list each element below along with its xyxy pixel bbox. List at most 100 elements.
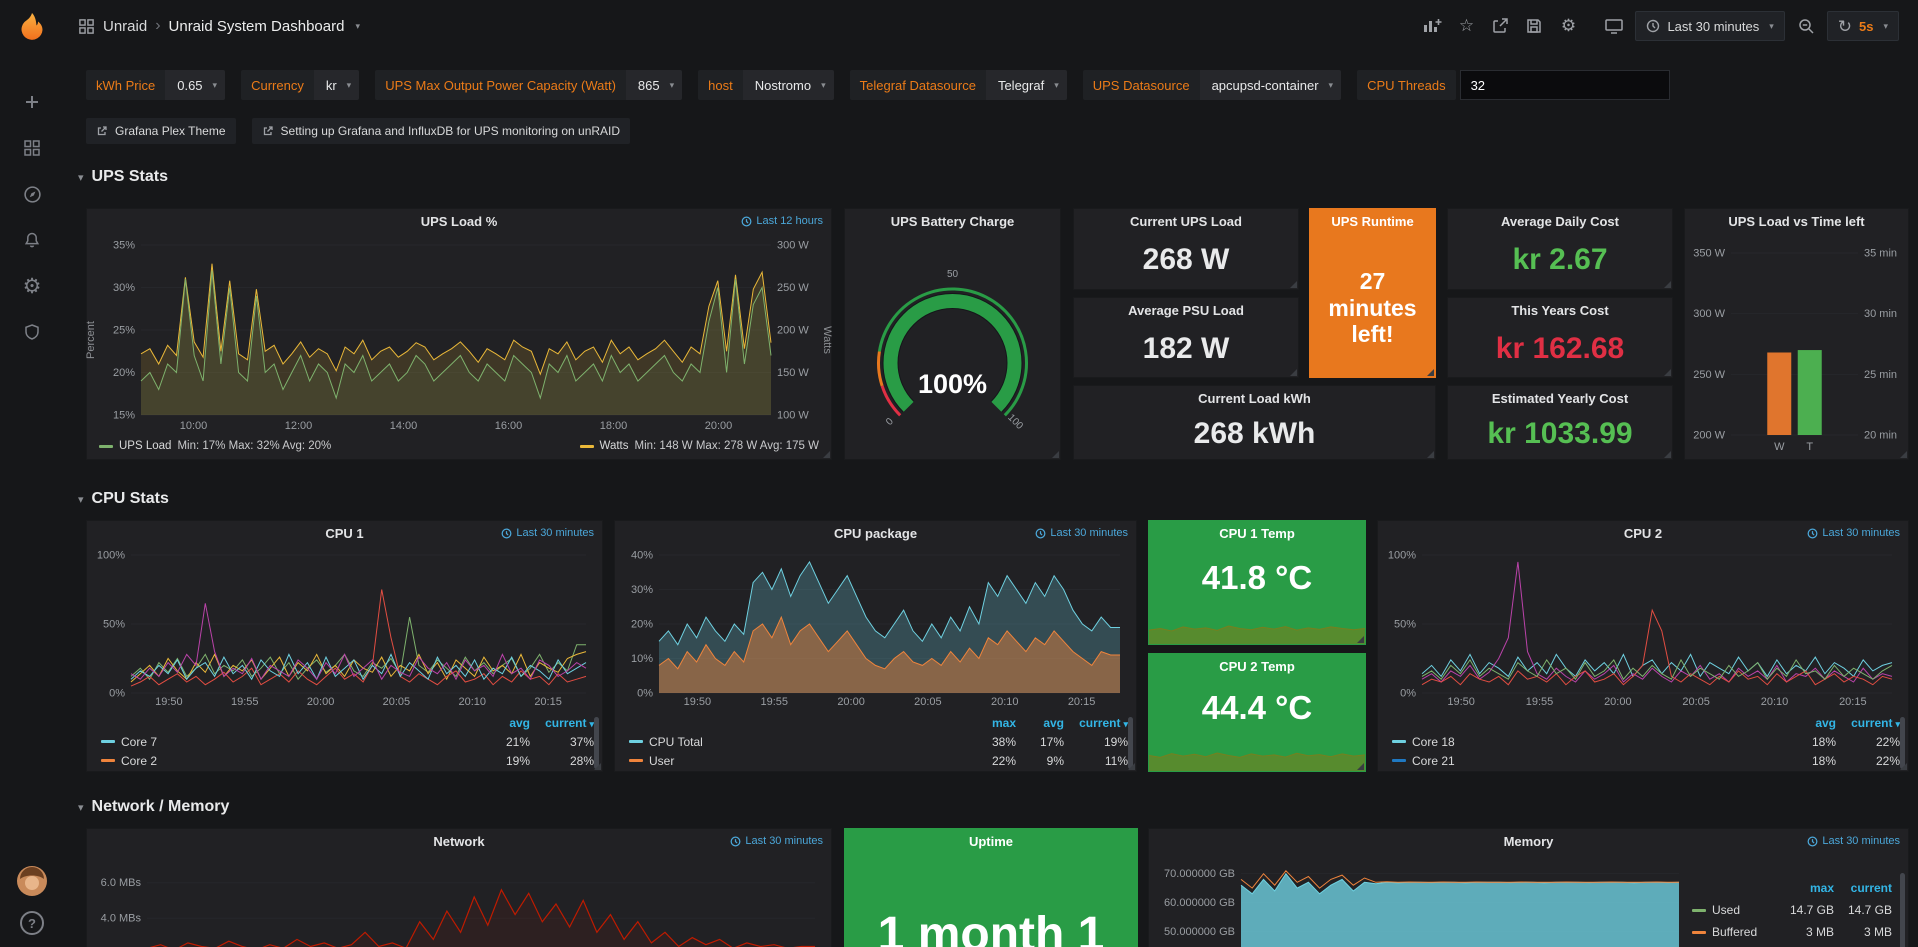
panel-title[interactable]: Current Load kWh	[1074, 386, 1435, 412]
cpu-package-chart[interactable]: 0%10%20%30%40%19:5019:5520:0020:0520:102…	[623, 549, 1128, 709]
legend-series-name[interactable]: Core 2	[101, 754, 474, 768]
var-kwh-price[interactable]: kWh Price 0.65▾	[86, 70, 225, 100]
legend-scrollbar[interactable]	[1900, 873, 1905, 947]
configuration-gear-icon[interactable]: ⚙	[0, 263, 64, 309]
legend-sort-current[interactable]: current▾	[1064, 716, 1128, 730]
legend-scrollbar[interactable]	[1900, 717, 1905, 769]
help-icon[interactable]: ?	[20, 911, 44, 935]
var-value-dropdown[interactable]: Telegraf▾	[986, 70, 1067, 100]
row-header-network-memory[interactable]: ▾ Network / Memory	[78, 794, 229, 820]
link-ups-monitoring-guide[interactable]: Setting up Grafana and InfluxDB for UPS …	[252, 118, 631, 144]
dashboards-icon[interactable]	[0, 125, 64, 171]
panel-title[interactable]: UPS Battery Charge	[845, 209, 1060, 235]
legend-series-name[interactable]: Core 18	[1392, 735, 1780, 749]
panel-time-override[interactable]: Last 30 minutes	[1035, 527, 1128, 539]
legend-sort-max[interactable]: max	[960, 716, 1016, 730]
var-value-dropdown[interactable]: kr▾	[314, 70, 359, 100]
panel-title[interactable]: UPS Runtime	[1310, 209, 1435, 235]
svg-text:20:10: 20:10	[458, 696, 486, 708]
legend-sort-current[interactable]: current▾	[1836, 716, 1900, 730]
legend-value: 18%	[1780, 735, 1836, 749]
legend-sort-avg[interactable]: avg	[1780, 716, 1836, 730]
legend-series-name[interactable]: Watts	[600, 440, 629, 452]
cpu1-chart[interactable]: 0%50%100%19:5019:5520:0020:0520:1020:15	[95, 549, 594, 709]
link-grafana-plex-theme[interactable]: Grafana Plex Theme	[86, 118, 236, 144]
var-ups-max-output[interactable]: UPS Max Output Power Capacity (Watt) 865…	[375, 70, 682, 100]
breadcrumb-folder[interactable]: Unraid	[103, 18, 147, 35]
dashboard-title[interactable]: Unraid System Dashboard	[169, 18, 345, 35]
var-value-dropdown[interactable]: Nostromo▾	[743, 70, 834, 100]
panel-title[interactable]: Average Daily Cost	[1448, 209, 1672, 235]
legend-sort-current[interactable]: current	[1834, 881, 1892, 895]
memory-chart[interactable]: 50.000000 GB60.000000 GB70.000000 GB	[1157, 857, 1685, 947]
legend-series-name[interactable]: Buffered	[1692, 925, 1776, 939]
legend-sort-max[interactable]: max	[1776, 881, 1834, 895]
legend-series-name[interactable]: Core 21	[1392, 754, 1780, 768]
svg-text:19:55: 19:55	[760, 696, 788, 708]
panel-estimated-yearly-cost: Estimated Yearly Cost kr 1033.99	[1447, 385, 1673, 460]
panel-title[interactable]: Memory	[1149, 829, 1908, 855]
row-header-cpu-stats[interactable]: ▾ CPU Stats	[78, 486, 169, 512]
legend-sort-avg[interactable]: avg	[1016, 716, 1064, 730]
legend-scrollbar[interactable]	[594, 717, 599, 769]
star-icon[interactable]: ☆	[1450, 11, 1482, 41]
chevron-down-icon: ▾	[78, 801, 84, 814]
panel-title[interactable]: Uptime	[845, 829, 1137, 855]
breadcrumb[interactable]: Unraid › Unraid System Dashboard ▾	[78, 17, 360, 35]
refresh-interval-label[interactable]: 5s	[1859, 19, 1873, 34]
legend-series-name[interactable]: Used	[1692, 903, 1776, 917]
var-value-dropdown[interactable]: 0.65▾	[165, 70, 225, 100]
cycle-view-tv-icon[interactable]	[1598, 11, 1630, 41]
panel-time-override[interactable]: Last 12 hours	[741, 215, 823, 227]
legend-scrollbar[interactable]	[1128, 717, 1133, 769]
grafana-logo[interactable]	[14, 0, 50, 79]
network-chart[interactable]: 2.0 MBs4.0 MBs6.0 MBs	[95, 857, 823, 947]
panel-title[interactable]: CPU 1 Temp	[1149, 521, 1365, 547]
legend-series-name[interactable]: Core 7	[101, 735, 474, 749]
refresh-picker[interactable]: ↻ 5s ▾	[1827, 11, 1899, 41]
settings-gear-icon[interactable]: ⚙	[1552, 11, 1584, 41]
legend-sort-avg[interactable]: avg	[474, 716, 530, 730]
var-ups-datasource[interactable]: UPS Datasource apcupsd-container▾	[1083, 70, 1341, 100]
var-value-dropdown[interactable]: 865▾	[626, 70, 682, 100]
panel-title[interactable]: This Years Cost	[1448, 298, 1672, 324]
share-icon[interactable]	[1484, 11, 1516, 41]
admin-shield-icon[interactable]	[0, 309, 64, 355]
legend-sort-current[interactable]: current▾	[530, 716, 594, 730]
panel-title[interactable]: UPS Load %	[87, 209, 831, 235]
legend-series-name[interactable]: UPS Load	[119, 440, 171, 452]
cpu2-chart[interactable]: 0%50%100%19:5019:5520:0020:0520:1020:15	[1386, 549, 1900, 709]
var-currency[interactable]: Currency kr▾	[241, 70, 359, 100]
panel-title[interactable]: Network	[87, 829, 831, 855]
legend-series-name[interactable]: CPU Total	[629, 735, 960, 749]
cpu-threads-input[interactable]	[1460, 70, 1670, 100]
var-value-dropdown[interactable]: apcupsd-container▾	[1200, 70, 1342, 100]
time-range-picker[interactable]: Last 30 minutes ▾	[1635, 11, 1784, 41]
panel-time-override[interactable]: Last 30 minutes	[730, 835, 823, 847]
explore-compass-icon[interactable]	[0, 171, 64, 217]
panel-title[interactable]: Estimated Yearly Cost	[1448, 386, 1672, 412]
add-panel-icon[interactable]	[1416, 11, 1448, 41]
chevron-down-icon: ▾	[1769, 21, 1774, 32]
user-avatar[interactable]	[17, 866, 47, 899]
ups-load-chart[interactable]: 15%20%25%30%35%100 W150 W200 W250 W300 W…	[101, 237, 817, 433]
panel-time-override[interactable]: Last 30 minutes	[1807, 835, 1900, 847]
panel-title[interactable]: Current UPS Load	[1074, 209, 1298, 235]
panel-title[interactable]: Average PSU Load	[1074, 298, 1298, 324]
zoom-out-icon[interactable]	[1790, 11, 1822, 41]
panel-title[interactable]: UPS Load vs Time left	[1685, 209, 1908, 235]
var-host[interactable]: host Nostromo▾	[698, 70, 833, 100]
row-header-ups-stats[interactable]: ▾ UPS Stats	[78, 164, 168, 190]
create-plus-icon[interactable]	[0, 79, 64, 125]
ups-bar-chart[interactable]: 200 W250 W300 W350 W20 min25 min30 min35…	[1689, 237, 1904, 455]
panel-time-override[interactable]: Last 30 minutes	[1807, 527, 1900, 539]
save-icon[interactable]	[1518, 11, 1550, 41]
alerting-bell-icon[interactable]	[0, 217, 64, 263]
panel-title[interactable]: CPU 2 Temp	[1149, 654, 1365, 680]
refresh-icon[interactable]: ↻	[1838, 18, 1852, 35]
svg-text:20:00: 20:00	[1604, 696, 1632, 708]
svg-text:60.000000 GB: 60.000000 GB	[1164, 897, 1235, 909]
var-telegraf-datasource[interactable]: Telegraf Datasource Telegraf▾	[850, 70, 1067, 100]
panel-time-override[interactable]: Last 30 minutes	[501, 527, 594, 539]
legend-series-name[interactable]: User	[629, 754, 960, 768]
